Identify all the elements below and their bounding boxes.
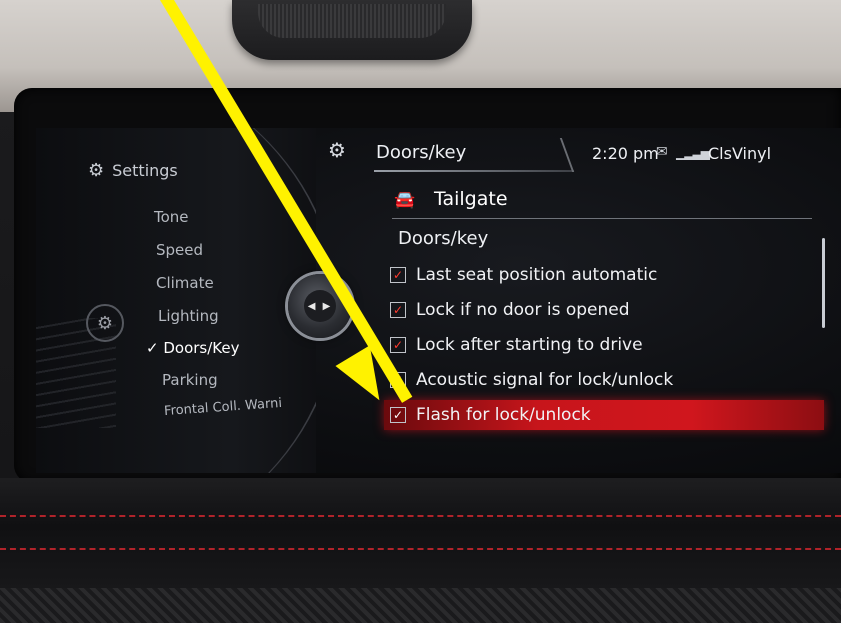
option-last-seat-position[interactable]: ✓ Last seat position automatic bbox=[384, 260, 824, 290]
checkbox-checked-icon[interactable]: ✓ bbox=[390, 302, 406, 318]
sidebar-item-speed[interactable]: Speed bbox=[156, 241, 203, 259]
car-icon: 🚘 bbox=[394, 190, 416, 210]
sidebar-item-tone[interactable]: Tone bbox=[154, 208, 189, 226]
option-acoustic-signal[interactable]: ✓ Acoustic signal for lock/unlock bbox=[384, 365, 824, 395]
envelope-icon: ✉ bbox=[656, 144, 668, 160]
gear-icon: ⚙ bbox=[88, 160, 105, 181]
photo-frame: ⚙ ⚙ Settings Tone Speed Climate Lighting… bbox=[0, 0, 841, 623]
sidebar-item-parking[interactable]: Parking bbox=[162, 371, 218, 389]
sidebar-item-climate[interactable]: Climate bbox=[156, 274, 214, 292]
header-title: Doors/key bbox=[376, 142, 467, 163]
section-title-tailgate[interactable]: Tailgate bbox=[434, 188, 508, 210]
status-time: 2:20 pm bbox=[592, 144, 659, 163]
sidebar-gear-icon[interactable]: ⚙ bbox=[86, 304, 124, 342]
leather-dash bbox=[0, 478, 841, 598]
option-label: Lock after starting to drive bbox=[416, 335, 643, 355]
option-lock-if-no-door-opened[interactable]: ✓ Lock if no door is opened bbox=[384, 295, 824, 325]
sidebar-item-lighting[interactable]: Lighting bbox=[158, 307, 219, 325]
option-label: Lock if no door is opened bbox=[416, 300, 630, 320]
option-label: Flash for lock/unlock bbox=[416, 405, 591, 425]
controller-arrows-icon: ◀ ▶ bbox=[304, 290, 336, 322]
header-underline bbox=[374, 170, 574, 172]
checkbox-checked-icon[interactable]: ✓ bbox=[390, 337, 406, 353]
carbon-fiber-trim bbox=[0, 588, 841, 623]
signal-bars-icon: ▁▂▃▅ bbox=[676, 146, 710, 160]
settings-heading[interactable]: ⚙ Settings bbox=[88, 160, 178, 181]
subheading-doors-key: Doors/key bbox=[398, 228, 489, 249]
section-divider bbox=[392, 218, 812, 219]
red-stitching-upper bbox=[0, 515, 841, 517]
settings-list-icon: ⚙ bbox=[328, 138, 346, 162]
option-flash-lock-unlock-selected[interactable]: ✓ Flash for lock/unlock bbox=[384, 400, 824, 430]
radio-station: ClsVinyl bbox=[708, 144, 772, 163]
red-stitching-lower bbox=[0, 548, 841, 550]
settings-title: Settings bbox=[112, 161, 178, 180]
scrollbar[interactable] bbox=[822, 238, 825, 328]
option-label: Last seat position automatic bbox=[416, 265, 658, 285]
idrive-screen: ⚙ ⚙ Settings Tone Speed Climate Lighting… bbox=[36, 128, 841, 473]
option-label: Acoustic signal for lock/unlock bbox=[416, 370, 674, 390]
sidebar-item-doors-key[interactable]: Doors/Key bbox=[146, 339, 239, 357]
checkbox-checked-icon[interactable]: ✓ bbox=[390, 407, 406, 423]
checkbox-checked-icon[interactable]: ✓ bbox=[390, 267, 406, 283]
speaker-grille bbox=[258, 4, 446, 38]
option-lock-after-starting[interactable]: ✓ Lock after starting to drive bbox=[384, 330, 824, 360]
